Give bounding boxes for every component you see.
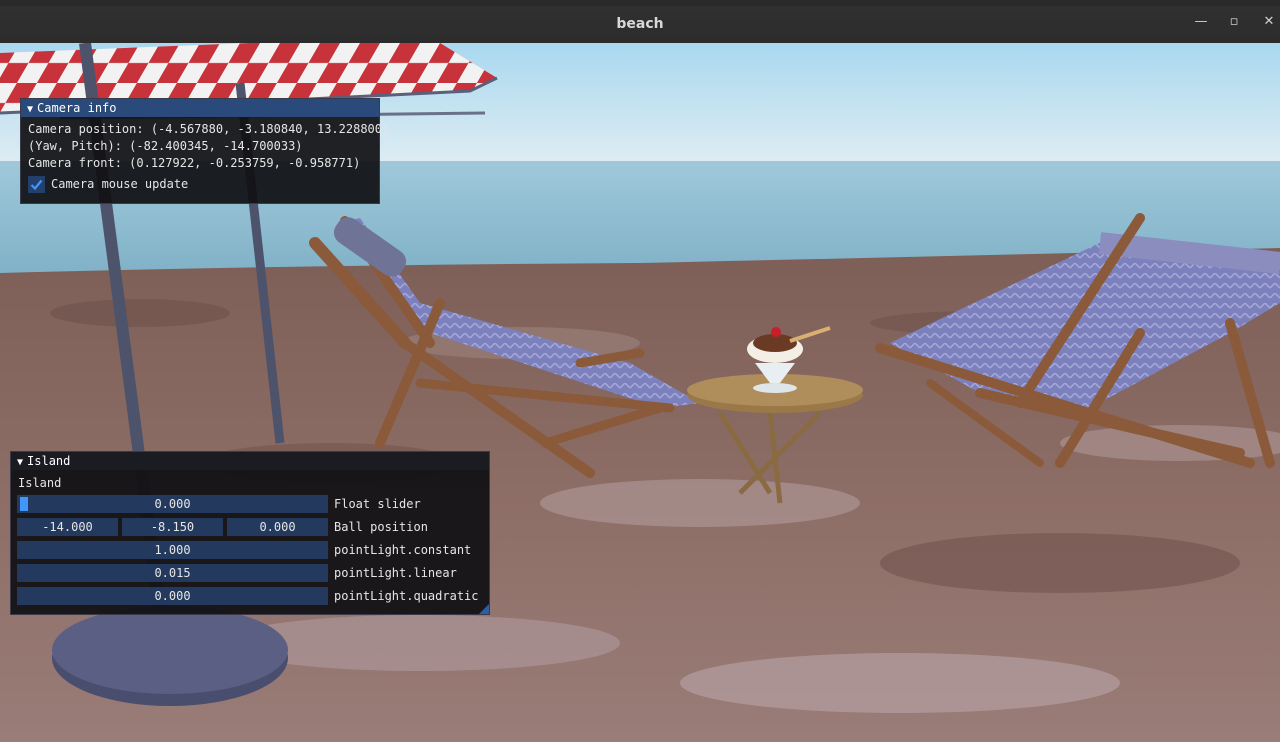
minimize-button[interactable]: — bbox=[1193, 14, 1209, 30]
camera-info-header[interactable]: ▼ Camera info bbox=[21, 99, 379, 117]
checkmark-icon bbox=[30, 179, 43, 190]
float-slider-value: 0.000 bbox=[154, 497, 191, 511]
camera-mouse-update-label: Camera mouse update bbox=[51, 177, 189, 191]
point-constant-label: pointLight.constant bbox=[334, 543, 472, 557]
resize-grip-icon[interactable] bbox=[479, 604, 489, 614]
island-header[interactable]: ▼ Island bbox=[11, 452, 489, 470]
ball-position-label: Ball position bbox=[334, 520, 428, 534]
point-constant-field[interactable]: 1.000 bbox=[17, 541, 328, 559]
float-slider-row: 0.000 Float slider bbox=[17, 495, 483, 513]
maximize-button[interactable]: ▫ bbox=[1226, 14, 1242, 30]
point-quadratic-label: pointLight.quadratic bbox=[334, 589, 479, 603]
collapse-arrow-icon[interactable]: ▼ bbox=[17, 457, 23, 468]
point-quadratic-field[interactable]: 0.000 bbox=[17, 587, 328, 605]
point-linear-field[interactable]: 0.015 bbox=[17, 564, 328, 582]
point-quadratic-row: 0.000 pointLight.quadratic bbox=[17, 587, 483, 605]
point-constant-row: 1.000 pointLight.constant bbox=[17, 541, 483, 559]
camera-mouse-update-checkbox[interactable] bbox=[28, 175, 45, 193]
float-slider-label: Float slider bbox=[334, 497, 421, 511]
close-button[interactable]: ✕ bbox=[1261, 14, 1277, 30]
camera-position-text: Camera position: (-4.567880, -3.180840, … bbox=[28, 122, 390, 136]
ball-position-z-field[interactable]: 0.000 bbox=[227, 518, 328, 536]
ball-position-x-field[interactable]: -14.000 bbox=[17, 518, 118, 536]
camera-yaw-pitch-text: (Yaw, Pitch): (-82.400345, -14.700033) bbox=[28, 139, 303, 153]
island-title: Island bbox=[27, 454, 71, 468]
float-slider[interactable]: 0.000 bbox=[17, 495, 328, 513]
collapse-arrow-icon[interactable]: ▼ bbox=[27, 104, 33, 115]
camera-info-window[interactable]: ▼ Camera info Camera position: (-4.567880… bbox=[20, 98, 390, 204]
island-subtitle: Island bbox=[18, 476, 62, 490]
camera-info-title: Camera info bbox=[37, 101, 117, 115]
island-window[interactable]: ▼ Island Island 0.000 Float slider -14.00… bbox=[10, 451, 490, 615]
window-title: beach bbox=[616, 16, 664, 32]
point-linear-row: 0.015 pointLight.linear bbox=[17, 564, 483, 582]
slider-grab[interactable] bbox=[20, 497, 28, 511]
point-linear-label: pointLight.linear bbox=[334, 566, 457, 580]
camera-front-text: Camera front: (0.127922, -0.253759, -0.9… bbox=[28, 156, 361, 170]
window-titlebar[interactable]: beach — ▫ ✕ bbox=[0, 0, 1280, 43]
camera-mouse-update-row[interactable]: Camera mouse update bbox=[21, 174, 379, 194]
ball-position-row: -14.000 -8.150 0.000 Ball position bbox=[17, 518, 483, 536]
ball-position-y-field[interactable]: -8.150 bbox=[122, 518, 223, 536]
